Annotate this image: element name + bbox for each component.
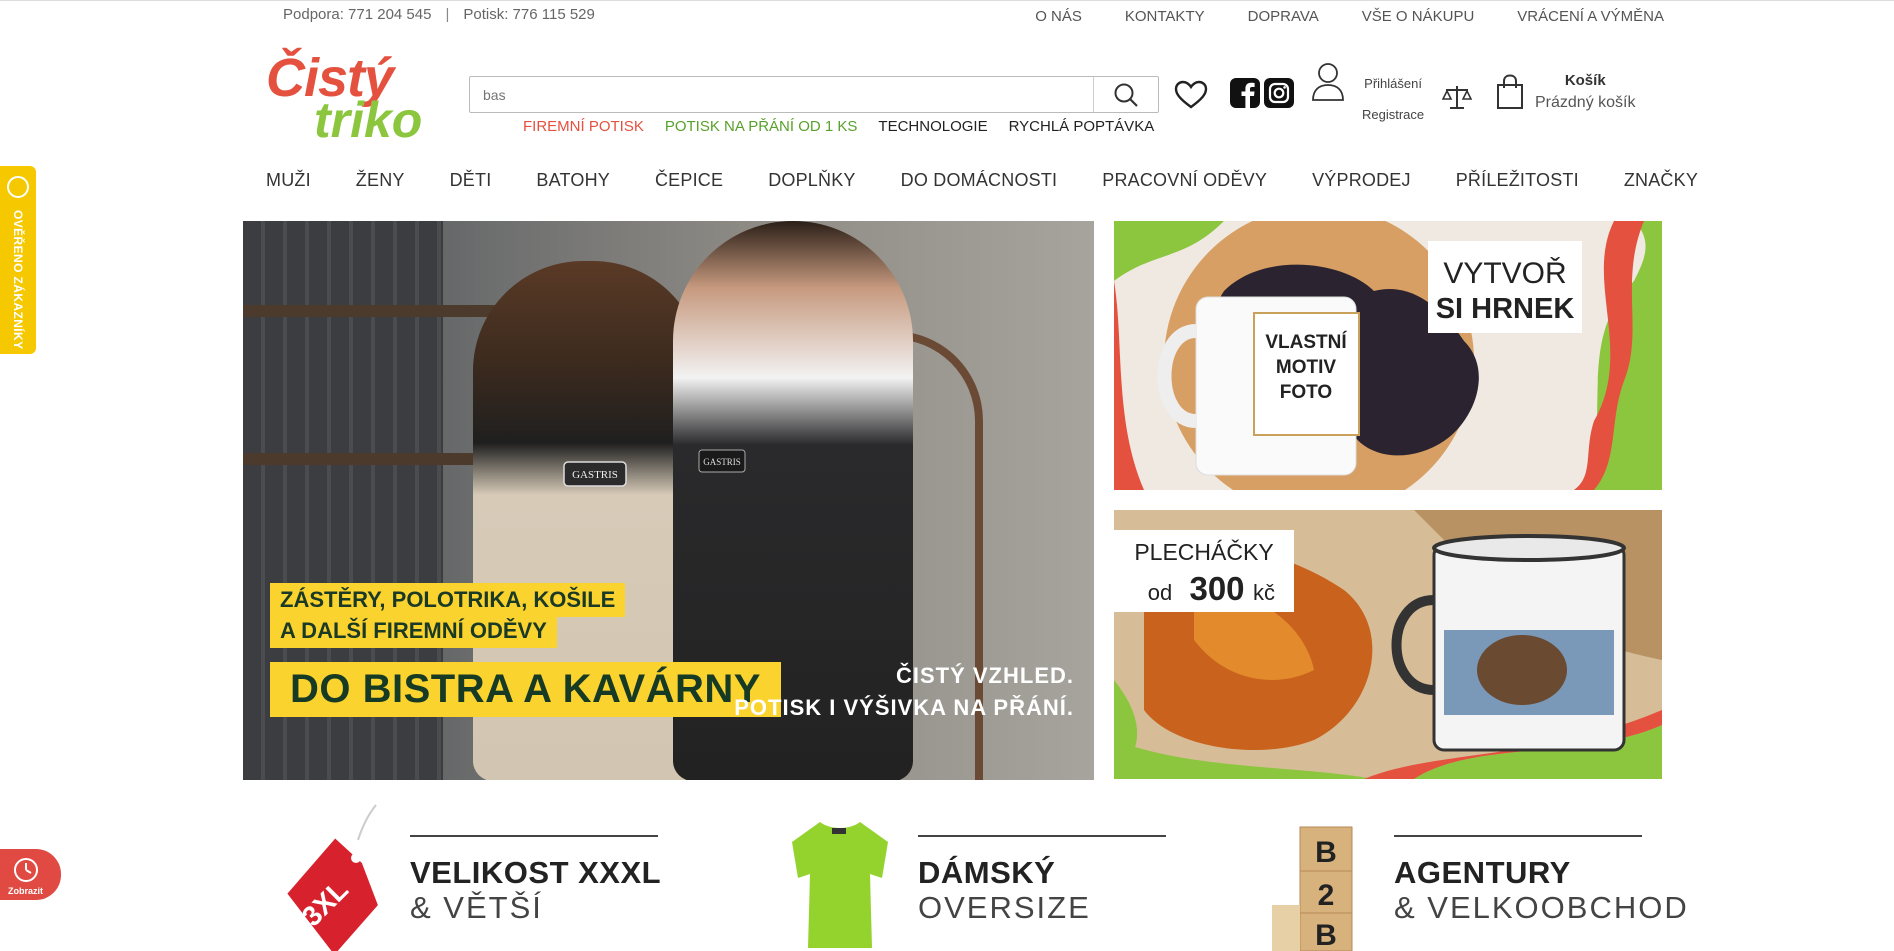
nav-occasions[interactable]: PŘÍLEŽITOSTI bbox=[1456, 170, 1579, 191]
recently-viewed-label: Zobrazit bbox=[8, 886, 43, 896]
banner-custom-mug[interactable]: VLASTNÍ MOTIV FOTO VYTVOŘ SI HRNEK bbox=[1114, 221, 1662, 490]
compare-scale-icon[interactable] bbox=[1442, 84, 1472, 110]
nav-men[interactable]: MUŽI bbox=[266, 170, 311, 191]
promo-links: FIREMNÍ POTISK POTISK NA PŘÁNÍ OD 1 KS T… bbox=[523, 118, 1154, 135]
instagram-icon[interactable] bbox=[1264, 78, 1294, 108]
nav-brands[interactable]: ZNAČKY bbox=[1624, 170, 1698, 191]
nav-sale[interactable]: VÝPRODEJ bbox=[1312, 170, 1411, 191]
category-b2b-title: AGENTURY bbox=[1394, 855, 1571, 890]
category-b2b-line bbox=[1394, 835, 1642, 837]
nav-accessories[interactable]: DOPLŇKY bbox=[768, 170, 855, 191]
nav-backpacks[interactable]: BATOHY bbox=[536, 170, 610, 191]
recently-viewed-button[interactable]: Zobrazit bbox=[0, 849, 61, 900]
topnav-shopping-info[interactable]: VŠE O NÁKUPU bbox=[1362, 8, 1475, 25]
topnav-returns[interactable]: VRÁCENÍ A VÝMĚNA bbox=[1517, 8, 1664, 25]
nav-home[interactable]: DO DOMÁCNOSTI bbox=[901, 170, 1058, 191]
category-oversize-line bbox=[918, 835, 1166, 837]
mug-banner-art: VLASTNÍ MOTIV FOTO VYTVOŘ SI HRNEK bbox=[1114, 221, 1662, 490]
tin-banner-title: PLECHÁČKY bbox=[1134, 538, 1273, 565]
category-oversize[interactable]: DÁMSKÝ OVERSIZE bbox=[790, 800, 1170, 951]
verified-reviews-label: OVĚŘENO ZÁKAZNÍKY bbox=[11, 210, 25, 350]
contact-info: Podpora: 771 204 545 | Potisk: 776 115 529 bbox=[283, 6, 595, 23]
search-bar bbox=[469, 76, 1159, 113]
b2b-blocks-icon: B 2 B bbox=[1272, 826, 1353, 951]
top-bar: Podpora: 771 204 545 | Potisk: 776 115 529… bbox=[0, 0, 1894, 32]
login-links: Přihlášení Registrace bbox=[1362, 68, 1424, 130]
category-b2b[interactable]: B 2 B AGENTURY & VELKOOBCHOD bbox=[1268, 800, 1687, 951]
cart-bag-icon[interactable] bbox=[1496, 74, 1524, 110]
promo-link-company-print[interactable]: FIREMNÍ POTISK bbox=[523, 118, 644, 135]
cart-title: Košík bbox=[1564, 72, 1606, 89]
nav-caps[interactable]: ČEPICE bbox=[655, 170, 723, 191]
green-tshirt-icon bbox=[792, 822, 888, 948]
topnav-shipping[interactable]: DOPRAVA bbox=[1248, 8, 1319, 25]
search-input[interactable] bbox=[470, 77, 1080, 112]
topnav-about[interactable]: O NÁS bbox=[1035, 8, 1082, 25]
tin-banner-price: 300 bbox=[1189, 570, 1244, 607]
hero-banner[interactable]: GASTRIS GASTRIS ZÁSTĚRY, POLOTRIKA, KOŠI… bbox=[243, 221, 1094, 780]
cart-summary[interactable]: Košík Prázdný košík bbox=[1535, 72, 1635, 112]
size-tag-icon: 3XL bbox=[287, 804, 378, 951]
tin-banner-art: PLECHÁČKY od 300 kč bbox=[1114, 510, 1662, 779]
tin-banner-prefix: od bbox=[1148, 580, 1172, 605]
search-button[interactable] bbox=[1094, 77, 1158, 112]
category-xxxl-subtitle: & VĚTŠÍ bbox=[410, 890, 543, 925]
block-letter-2: 2 bbox=[1318, 879, 1335, 912]
facebook-icon[interactable] bbox=[1230, 78, 1260, 108]
topnav-contacts[interactable]: KONTAKTY bbox=[1125, 8, 1205, 25]
hero-tagline-2: POTISK I VÝŠIVKA NA PŘÁNÍ. bbox=[734, 695, 1074, 720]
apron-logo-text-2: GASTRIS bbox=[703, 457, 741, 467]
tin-banner-currency: kč bbox=[1253, 580, 1275, 605]
banner-enamel-mugs[interactable]: PLECHÁČKY od 300 kč bbox=[1114, 510, 1662, 779]
verified-reviews-tab[interactable]: OVĚŘENO ZÁKAZNÍKY bbox=[0, 166, 36, 354]
nav-kids[interactable]: DĚTI bbox=[450, 170, 492, 191]
hero-apron-logo-2: GASTRIS bbox=[698, 449, 746, 473]
block-letter-1: B bbox=[1315, 836, 1337, 869]
promo-link-technology[interactable]: TECHNOLOGIE bbox=[878, 118, 987, 135]
category-xxxl-title: VELIKOST XXXL bbox=[410, 855, 662, 890]
promo-link-custom-print[interactable]: POTISK NA PŘÁNÍ OD 1 KS bbox=[665, 118, 858, 135]
print-phone[interactable]: Potisk: 776 115 529 bbox=[463, 6, 594, 23]
category-xxxl-line bbox=[410, 835, 658, 837]
logo-line-2: triko bbox=[314, 92, 423, 148]
site-logo[interactable]: Čistý triko bbox=[264, 50, 422, 146]
verified-badge-icon bbox=[7, 176, 29, 198]
category-xxxl[interactable]: 3XL VELIKOST XXXL & VĚTŠÍ bbox=[258, 800, 668, 951]
hero-line-1: ZÁSTĚRY, POLOTRIKA, KOŠILE bbox=[270, 583, 626, 617]
hero-tagline-1: ČISTÝ VZHLED. bbox=[895, 663, 1074, 688]
mug-text-2: MOTIV bbox=[1276, 357, 1336, 378]
block-letter-3: B bbox=[1315, 919, 1337, 951]
contact-separator: | bbox=[445, 6, 450, 23]
hero-apron-logo-1: GASTRIS bbox=[563, 461, 627, 487]
category-oversize-subtitle: OVERSIZE bbox=[918, 890, 1091, 925]
support-phone[interactable]: Podpora: 771 204 545 bbox=[283, 6, 431, 23]
mug-text-1: VLASTNÍ bbox=[1265, 331, 1347, 353]
main-nav: MUŽI ŽENY DĚTI BATOHY ČEPICE DOPLŇKY DO … bbox=[266, 170, 1698, 191]
mug-banner-title-2: SI HRNEK bbox=[1436, 293, 1575, 325]
user-icon[interactable] bbox=[1311, 62, 1345, 102]
category-oversize-title: DÁMSKÝ bbox=[918, 855, 1056, 890]
category-b2b-subtitle: & VELKOOBCHOD bbox=[1394, 890, 1689, 925]
search-icon bbox=[1114, 83, 1138, 107]
mug-banner-title-1: VYTVOŘ bbox=[1443, 257, 1566, 290]
hero-headline: DO BISTRA A KAVÁRNY bbox=[270, 662, 781, 717]
mug-text-3: FOTO bbox=[1280, 382, 1332, 403]
promo-link-quick-quote[interactable]: RYCHLÁ POPTÁVKA bbox=[1009, 118, 1155, 135]
login-link[interactable]: Přihlášení bbox=[1362, 68, 1424, 99]
hero-line-2: A DALŠÍ FIREMNÍ ODĚVY bbox=[270, 614, 557, 648]
nav-women[interactable]: ŽENY bbox=[356, 170, 405, 191]
top-nav: O NÁS KONTAKTY DOPRAVA VŠE O NÁKUPU VRÁC… bbox=[1035, 8, 1664, 25]
register-link[interactable]: Registrace bbox=[1362, 99, 1424, 130]
cart-status: Prázdný košík bbox=[1535, 94, 1636, 111]
nav-workwear[interactable]: PRACOVNÍ ODĚVY bbox=[1102, 170, 1267, 191]
clock-icon bbox=[14, 858, 38, 882]
apron-logo-text-1: GASTRIS bbox=[572, 469, 618, 481]
heart-icon[interactable] bbox=[1174, 80, 1208, 110]
